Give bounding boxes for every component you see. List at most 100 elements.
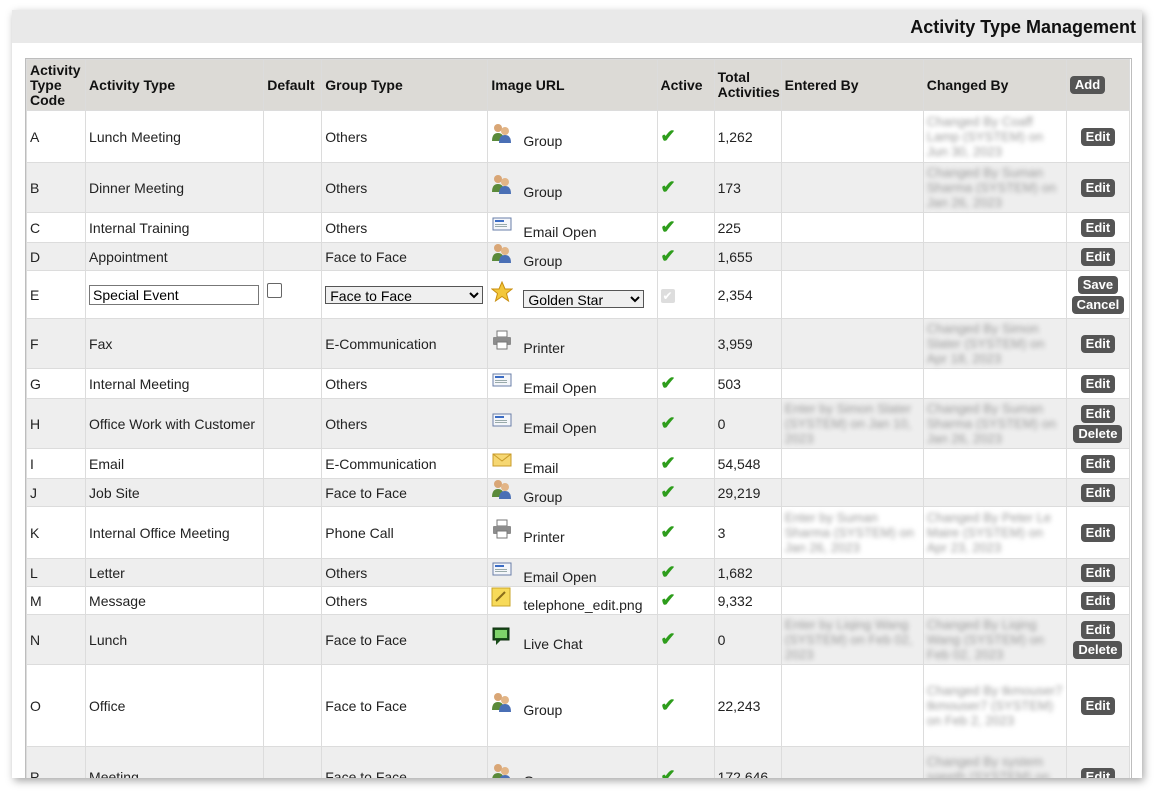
cell-total: 0: [713, 398, 782, 449]
edit-button[interactable]: Edit: [1080, 218, 1116, 237]
changed-by-text: Changed By Liqing Wang (SYSTEM) on Feb 0…: [926, 617, 1045, 662]
cell-active: ✔: [656, 614, 715, 665]
changed-by-text: Changed By tkmouser7 tkmouser7 (SYSTEM) …: [926, 683, 1063, 728]
cell-active: [656, 318, 715, 369]
cell-active: ✔: [656, 478, 715, 507]
table-row: L Letter Others Email Open ✔ 1,682 Edit: [26, 558, 1131, 587]
image-label: Email Open: [523, 568, 597, 585]
cell-image: Printer: [487, 318, 658, 369]
col-header-group[interactable]: Group Type: [321, 59, 489, 111]
cell-entered-by: [780, 212, 924, 243]
edit-button[interactable]: Edit: [1080, 454, 1116, 473]
delete-button[interactable]: Delete: [1073, 640, 1123, 659]
default-checkbox[interactable]: [267, 282, 283, 298]
cell-total: 1,682: [713, 558, 782, 587]
edit-button[interactable]: Edit: [1080, 563, 1116, 582]
changed-by-text: Changed By Simon Slater (SYSTEM) on Apr …: [926, 321, 1045, 366]
save-button[interactable]: Save: [1077, 275, 1119, 294]
edit-button[interactable]: Edit: [1080, 127, 1116, 146]
cell-actions: Edit: [1065, 506, 1131, 559]
cell-changed-by: Changed By system sgeeth (SYSTEM) on Feb…: [922, 746, 1067, 778]
cell-changed-by: [922, 478, 1067, 507]
cell-group: E-Communication: [321, 448, 489, 479]
table-row: I Email E-Communication Email ✔ 54,548 Edit: [26, 448, 1131, 479]
image-label: Email: [523, 459, 559, 476]
cell-entered-by: [780, 318, 924, 369]
cell-type: Internal Training: [85, 212, 265, 243]
cell-entered-by: Enter by Suman Sharma (SYSTEM) on Jan 26…: [780, 506, 924, 559]
cell-entered-by: [780, 664, 924, 747]
cell-code: K: [26, 506, 87, 559]
edit-button[interactable]: Edit: [1080, 247, 1116, 266]
cell-type: Internal Office Meeting: [85, 506, 265, 559]
edit-button[interactable]: Edit: [1080, 767, 1116, 778]
cell-code: O: [26, 664, 87, 747]
edit-button[interactable]: Edit: [1080, 178, 1116, 197]
col-header-entered[interactable]: Entered By: [780, 59, 924, 111]
cell-actions: Edit: [1065, 586, 1131, 615]
cell-entered-by: Enter by Simon Slater (SYSTEM) on Jan 10…: [780, 398, 924, 449]
edit-button[interactable]: Edit: [1080, 696, 1116, 715]
edit-button[interactable]: Edit: [1080, 591, 1116, 610]
delete-button[interactable]: Delete: [1073, 424, 1123, 443]
checkmark-icon: ✔: [660, 177, 676, 197]
cell-active: ✔: [656, 270, 715, 319]
edit-button[interactable]: Edit: [1080, 374, 1116, 393]
cell-type: Appointment: [85, 242, 265, 271]
checkmark-icon: ✔: [660, 246, 676, 266]
golden-star-icon: [490, 280, 514, 302]
add-button[interactable]: Add: [1069, 76, 1106, 94]
edit-button[interactable]: Edit: [1080, 483, 1116, 502]
activity-type-table-container: Activity Type Code Activity Type Default…: [25, 58, 1132, 778]
cell-group: Others: [321, 368, 489, 399]
table-row: G Internal Meeting Others Email Open ✔ 503 Edi…: [26, 368, 1131, 399]
cell-group: Face to Face: [321, 478, 489, 507]
table-row: F Fax E-Communication Printer 3,959 Changed B…: [26, 318, 1131, 369]
cell-group: Face to Face: [321, 270, 489, 319]
group-icon: [491, 174, 513, 194]
group-type-select[interactable]: Face to Face: [325, 285, 484, 304]
cell-image: Group: [487, 664, 658, 747]
col-header-image[interactable]: Image URL: [487, 59, 658, 111]
cell-type: Fax: [85, 318, 265, 369]
cell-active: ✔: [656, 242, 715, 271]
cell-code: G: [26, 368, 87, 399]
table-row: B Dinner Meeting Others Group ✔ 173 Changed By…: [26, 162, 1131, 213]
cell-group: Others: [321, 586, 489, 615]
col-header-active[interactable]: Active: [656, 59, 715, 111]
col-header-total[interactable]: Total Activities: [713, 59, 782, 111]
active-checkbox[interactable]: ✔: [660, 288, 675, 303]
email-icon: [491, 450, 513, 470]
cell-total: 9,332: [713, 586, 782, 615]
edit-button[interactable]: Edit: [1080, 523, 1116, 542]
col-header-default[interactable]: Default: [263, 59, 323, 111]
cell-active: ✔: [656, 746, 715, 778]
cell-entered-by: [780, 368, 924, 399]
col-header-actions: Add: [1065, 59, 1131, 111]
image-select[interactable]: Golden Star: [523, 289, 645, 308]
activity-type-input[interactable]: [89, 284, 260, 305]
cell-default: [263, 162, 323, 213]
cell-actions: Edit: [1065, 664, 1131, 747]
col-header-type[interactable]: Activity Type: [85, 59, 265, 111]
cell-default: [263, 586, 323, 615]
edit-button[interactable]: Edit: [1080, 404, 1116, 423]
cell-group: Phone Call: [321, 506, 489, 559]
cell-code: I: [26, 448, 87, 479]
cell-group: Face to Face: [321, 242, 489, 271]
cancel-button[interactable]: Cancel: [1071, 295, 1125, 314]
cell-default: [263, 242, 323, 271]
cell-active: ✔: [656, 558, 715, 587]
cell-default: [263, 318, 323, 369]
cell-changed-by: Changed By tkmouser7 tkmouser7 (SYSTEM) …: [922, 664, 1067, 747]
edit-button[interactable]: Edit: [1080, 620, 1116, 639]
col-header-changed[interactable]: Changed By: [922, 59, 1067, 111]
cell-type: Meeting: [85, 746, 265, 778]
edit-button[interactable]: Edit: [1080, 334, 1116, 353]
cell-type: Dinner Meeting: [85, 162, 265, 213]
image-label: Group: [523, 488, 563, 505]
cell-group: Others: [321, 398, 489, 449]
cell-entered-by: [780, 162, 924, 213]
col-header-code[interactable]: Activity Type Code: [26, 59, 87, 111]
activity-type-table: Activity Type Code Activity Type Default…: [26, 59, 1131, 778]
